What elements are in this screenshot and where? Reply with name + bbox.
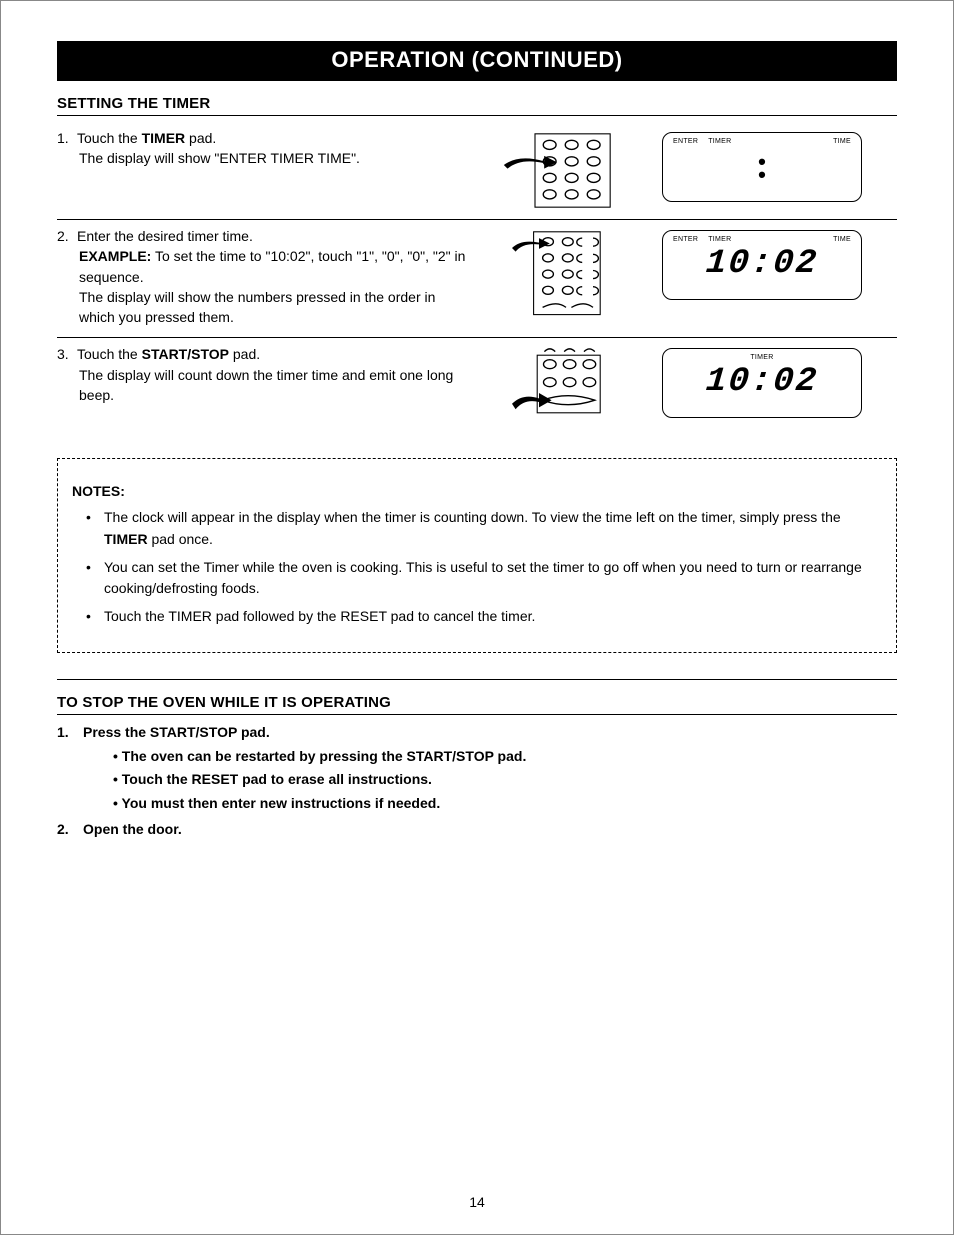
display-label-timer: TIMER bbox=[708, 138, 731, 145]
sub-bullet: Touch the RESET pad to erase all instruc… bbox=[113, 768, 897, 790]
step-text: 1.Touch the TIMER pad. The display will … bbox=[57, 128, 487, 169]
keypad-icon bbox=[512, 230, 602, 320]
step-number: 2. bbox=[57, 226, 77, 246]
arrow-icon bbox=[512, 238, 550, 252]
page-number: 14 bbox=[1, 1194, 953, 1210]
keypad-illustration bbox=[487, 344, 627, 420]
sub-bullet: The oven can be restarted by pressing th… bbox=[113, 745, 897, 767]
arrow-icon bbox=[512, 393, 552, 409]
stop-item-text: Open the door. bbox=[83, 821, 182, 837]
stop-item: 1.Press the START/STOP pad. The oven can… bbox=[57, 721, 897, 815]
sub-bullet-list: The oven can be restarted by pressing th… bbox=[57, 745, 897, 814]
section-setting-timer-title: SETTING THE TIMER bbox=[57, 95, 897, 116]
notes-box: NOTES: The clock will appear in the disp… bbox=[57, 458, 897, 652]
manual-page: OPERATION (CONTINUED) SETTING THE TIMER … bbox=[0, 0, 954, 1235]
step-text: 2.Enter the desired timer time. EXAMPLE:… bbox=[57, 226, 487, 327]
step-line: The display will show the numbers presse… bbox=[79, 287, 467, 328]
notes-list: The clock will appear in the display whe… bbox=[72, 507, 882, 627]
display-value: •• bbox=[673, 155, 851, 181]
notes-title: NOTES: bbox=[72, 481, 882, 503]
display-label-time: TIME bbox=[833, 236, 851, 243]
keypad-icon bbox=[512, 348, 602, 420]
page-header-bar: OPERATION (CONTINUED) bbox=[57, 41, 897, 81]
timer-step-1: 1.Touch the TIMER pad. The display will … bbox=[57, 122, 897, 220]
note-item: You can set the Timer while the oven is … bbox=[90, 557, 882, 600]
section-stop-oven-title: TO STOP THE OVEN WHILE IT IS OPERATING bbox=[57, 694, 897, 715]
step-number: 2. bbox=[57, 818, 83, 840]
display-label-enter: ENTER bbox=[673, 138, 698, 145]
keypad-icon bbox=[502, 132, 612, 209]
display-panel: TIMER 10:02 bbox=[662, 348, 862, 418]
step-line: EXAMPLE: To set the time to "10:02", tou… bbox=[79, 246, 467, 287]
display-label-timer: TIMER bbox=[750, 354, 773, 361]
section-divider bbox=[57, 679, 897, 680]
display-label-time: TIME bbox=[833, 138, 851, 145]
sub-bullet: You must then enter new instructions if … bbox=[113, 792, 897, 814]
display-label-timer: TIMER bbox=[708, 236, 731, 243]
keypad-illustration bbox=[487, 128, 627, 209]
timer-step-2: 2.Enter the desired timer time. EXAMPLE:… bbox=[57, 220, 897, 338]
note-item: Touch the TIMER pad followed by the RESE… bbox=[90, 606, 882, 628]
step-text: 3.Touch the START/STOP pad. The display … bbox=[57, 344, 487, 405]
step-number: 3. bbox=[57, 344, 77, 364]
stop-item: 2.Open the door. bbox=[57, 818, 897, 840]
timer-step-3: 3.Touch the START/STOP pad. The display … bbox=[57, 338, 897, 430]
display-label-enter: ENTER bbox=[673, 236, 698, 243]
step-number: 1. bbox=[57, 128, 77, 148]
keypad-illustration bbox=[487, 226, 627, 320]
step-line: The display will show "ENTER TIMER TIME"… bbox=[79, 148, 467, 168]
display-panel: ENTER TIMER TIME 10:02 bbox=[662, 230, 862, 300]
step-number: 1. bbox=[57, 721, 83, 743]
display-panel: ENTER TIMER TIME •• bbox=[662, 132, 862, 202]
stop-item-text: Press the START/STOP pad. bbox=[83, 724, 270, 740]
note-item: The clock will appear in the display whe… bbox=[90, 507, 882, 550]
arrow-icon bbox=[504, 156, 557, 169]
display-value: 10:02 bbox=[671, 363, 852, 401]
display-value: 10:02 bbox=[671, 245, 852, 283]
step-line: Touch the START/STOP pad. bbox=[77, 346, 260, 362]
step-line: The display will count down the timer ti… bbox=[79, 365, 467, 406]
step-line: Touch the TIMER pad. bbox=[77, 130, 216, 146]
step-line: Enter the desired timer time. bbox=[77, 228, 253, 244]
stop-section: 1.Press the START/STOP pad. The oven can… bbox=[57, 721, 897, 841]
